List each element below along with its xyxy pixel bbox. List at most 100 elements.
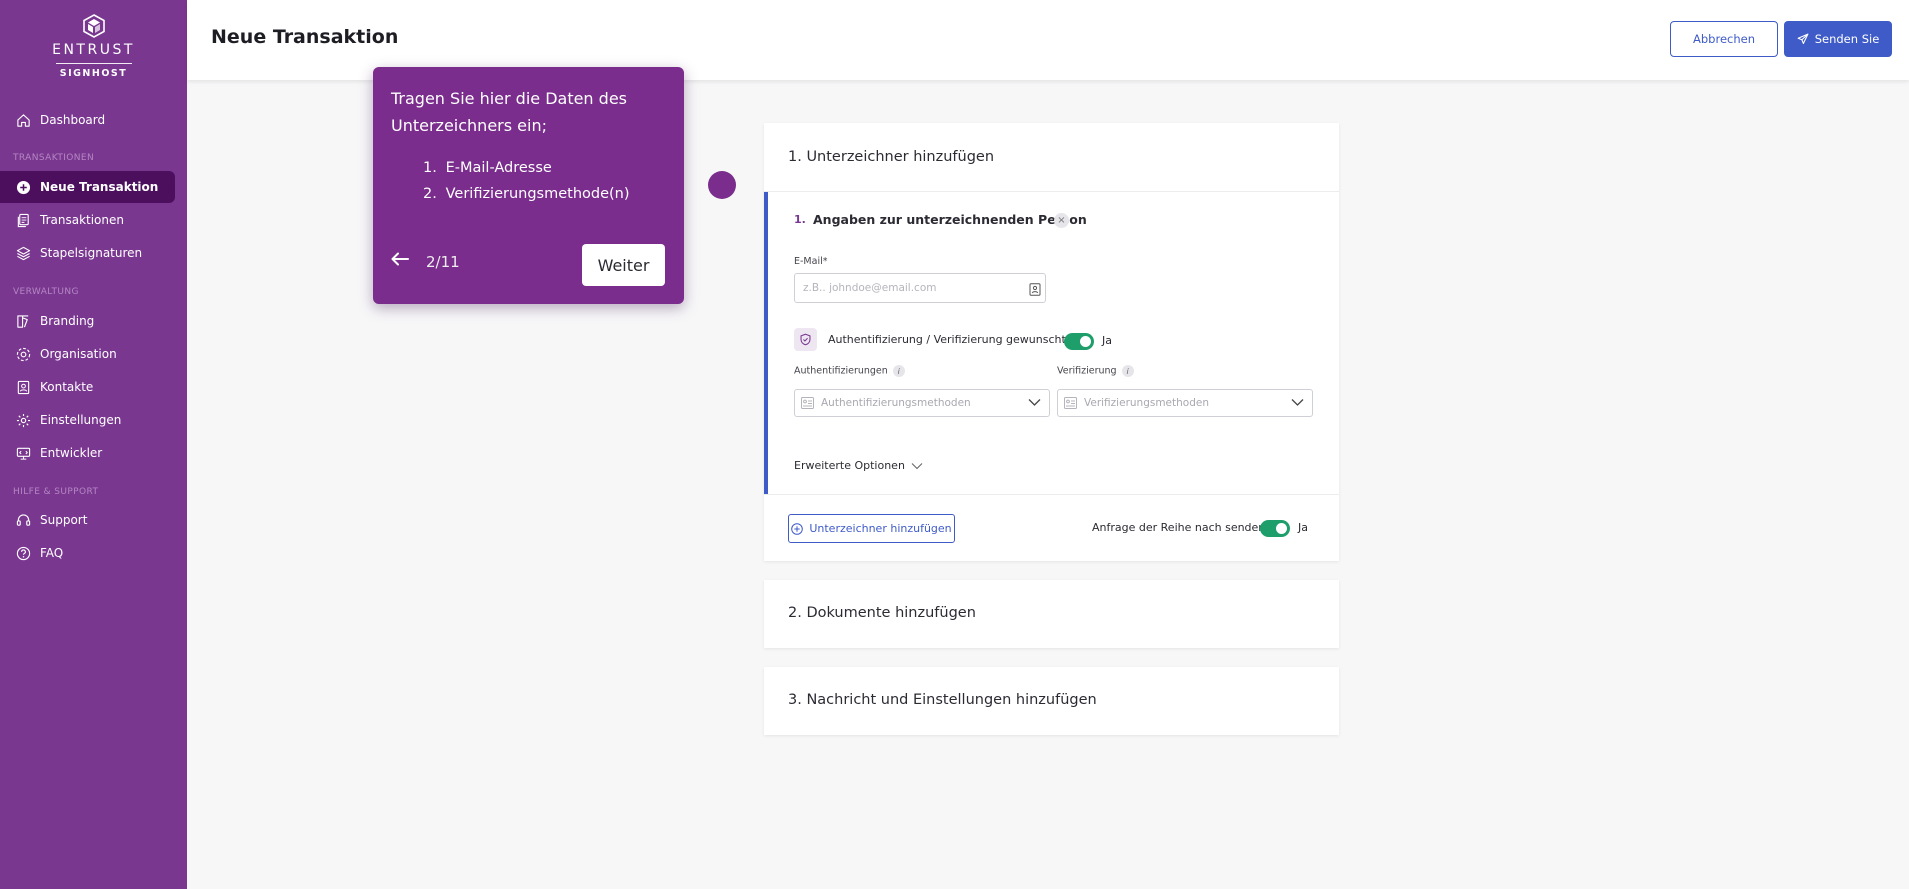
nav-section-admin: VERWALTUNG (13, 287, 79, 297)
list-item: 2. Verifizierungsmethode(n) (423, 181, 630, 207)
nav-section-transactions: TRANSAKTIONEN (13, 153, 95, 163)
chevron-down-icon (1291, 398, 1304, 410)
send-button-label: Senden Sie (1814, 32, 1880, 46)
sidebar-item-label: Entwickler (40, 446, 103, 460)
contact-icon (15, 379, 31, 395)
tour-list: 1. E-Mail-Adresse 2. Verifizierungsmetho… (423, 155, 630, 207)
info-icon[interactable]: i (1121, 365, 1134, 377)
entrust-logo-icon (82, 14, 105, 38)
remove-signer-button[interactable]: × (1054, 213, 1069, 228)
sidebar-item-label: Organisation (40, 347, 117, 361)
step1-title[interactable]: 1. Unterzeichner hinzufügen (788, 149, 994, 165)
logo-divider (55, 63, 132, 64)
chevron-down-icon (1028, 398, 1041, 410)
shield-icon (794, 328, 817, 351)
auth-methods-label-text: Authentifizierungen (794, 365, 888, 377)
signer-number: 1. (794, 213, 806, 226)
sidebar-item-dashboard[interactable]: Dashboard (0, 104, 175, 136)
sidebar-item-settings[interactable]: Einstellungen (0, 404, 175, 436)
sidebar-item-label: Transaktionen (40, 213, 124, 227)
advanced-options-label: Erweiterte Optionen (794, 459, 905, 472)
sequential-send-toggle-label: Ja (1298, 521, 1308, 534)
advanced-options-toggle[interactable]: Erweiterte Optionen (794, 459, 923, 472)
sidebar-item-label: Support (40, 513, 88, 527)
step3-card[interactable]: 3. Nachricht und Einstellungen hinzufüge… (764, 667, 1339, 735)
info-icon[interactable]: i (892, 365, 905, 377)
verification-methods-select[interactable]: Verifizierungsmethoden (1057, 389, 1313, 417)
auth-methods-label: Authentifizierungen i (794, 365, 905, 377)
gear-icon (15, 412, 31, 428)
sidebar-item-contacts[interactable]: Kontakte (0, 371, 175, 403)
add-signer-label: Unterzeichner hinzufügen (809, 522, 952, 535)
chevron-down-icon (911, 462, 923, 469)
send-icon (1797, 33, 1809, 45)
brush-icon (15, 313, 31, 329)
step2-title[interactable]: 2. Dokumente hinzufügen (788, 605, 976, 621)
auth-methods-placeholder: Authentifizierungsmethoden (821, 397, 971, 409)
list-text: Verifizierungsmethode(n) (445, 186, 630, 202)
sidebar-item-label: Neue Transaktion (40, 180, 159, 194)
email-field[interactable] (794, 273, 1046, 303)
sequential-send-label: Anfrage der Reihe nach senden (1092, 521, 1266, 534)
auth-question: Authentifizierung / Verifizierung gewuns… (828, 333, 1072, 346)
sidebar-item-label: Stapelsignaturen (40, 246, 143, 260)
sidebar-item-support[interactable]: Support (0, 504, 175, 536)
verification-label-text: Verifizierung (1057, 365, 1117, 377)
step2-card[interactable]: 2. Dokumente hinzufügen (764, 580, 1339, 648)
verification-methods-placeholder: Verifizierungsmethoden (1084, 397, 1209, 409)
page-title: Neue Transaktion (211, 26, 399, 48)
method-icon (1064, 397, 1077, 409)
step1-card: 1. Unterzeichner hinzufügen 1. Angaben z… (764, 123, 1339, 561)
sidebar-item-new-transaction[interactable]: Neue Transaktion (0, 171, 175, 203)
list-item: 1. E-Mail-Adresse (423, 155, 630, 181)
tour-beacon[interactable] (708, 171, 736, 199)
signer-heading: Angaben zur unterzeichnenden Person (813, 212, 1087, 227)
list-number: 1. (423, 160, 437, 176)
sidebar-item-batch-signatures[interactable]: Stapelsignaturen (0, 237, 175, 269)
organisation-icon (15, 346, 31, 362)
verification-label: Verifizierung i (1057, 365, 1134, 377)
sidebar-item-organisation[interactable]: Organisation (0, 338, 175, 370)
sidebar-item-faq[interactable]: FAQ (0, 537, 175, 569)
divider (764, 494, 1339, 495)
signer-block: 1. Angaben zur unterzeichnenden Person ×… (764, 192, 1339, 494)
sidebar-item-transactions[interactable]: Transaktionen (0, 204, 175, 236)
sidebar-item-label: Branding (40, 314, 95, 328)
sequential-send-toggle[interactable] (1260, 520, 1290, 537)
auth-toggle-label: Ja (1102, 334, 1112, 347)
auth-toggle[interactable] (1064, 333, 1094, 350)
add-signer-button[interactable]: Unterzeichner hinzufügen (788, 514, 955, 543)
developer-icon (15, 445, 31, 461)
sidebar-item-developer[interactable]: Entwickler (0, 437, 175, 469)
plus-circle-icon (791, 522, 804, 535)
email-label: E-Mail* (794, 256, 828, 267)
home-icon (15, 112, 31, 128)
arrow-left-icon[interactable] (391, 251, 409, 270)
sidebar: ENTRUST SIGNHOST Dashboard TRANSAKTIONEN… (0, 0, 187, 889)
list-number: 2. (423, 186, 437, 202)
step3-title[interactable]: 3. Nachricht und Einstellungen hinzufüge… (788, 692, 1097, 708)
sidebar-item-label: FAQ (40, 546, 64, 560)
auth-methods-select[interactable]: Authentifizierungsmethoden (794, 389, 1050, 417)
entrust-signhost-logo[interactable]: ENTRUST SIGNHOST (0, 14, 187, 79)
question-icon (15, 545, 31, 561)
tour-popover: Tragen Sie hier die Daten des Unterzeich… (373, 67, 684, 304)
documents-icon (15, 212, 31, 228)
nav-section-help: HILFE & SUPPORT (13, 487, 99, 497)
sidebar-item-label: Einstellungen (40, 413, 122, 427)
tour-next-button[interactable]: Weiter (582, 244, 665, 286)
layers-icon (15, 245, 31, 261)
support-icon (15, 512, 31, 528)
address-book-icon[interactable] (1029, 281, 1041, 300)
sidebar-item-label: Kontakte (40, 380, 94, 394)
tour-step-counter: 2/11 (426, 253, 460, 271)
brand-name: ENTRUST (52, 42, 135, 58)
brand-product: SIGNHOST (59, 68, 128, 79)
sidebar-item-branding[interactable]: Branding (0, 305, 175, 337)
cancel-button[interactable]: Abbrechen (1670, 21, 1778, 57)
method-icon (801, 397, 814, 409)
send-button[interactable]: Senden Sie (1784, 21, 1892, 57)
sidebar-item-label: Dashboard (40, 113, 106, 127)
list-text: E-Mail-Adresse (445, 160, 552, 176)
tour-text: Tragen Sie hier die Daten des Unterzeich… (391, 89, 627, 135)
